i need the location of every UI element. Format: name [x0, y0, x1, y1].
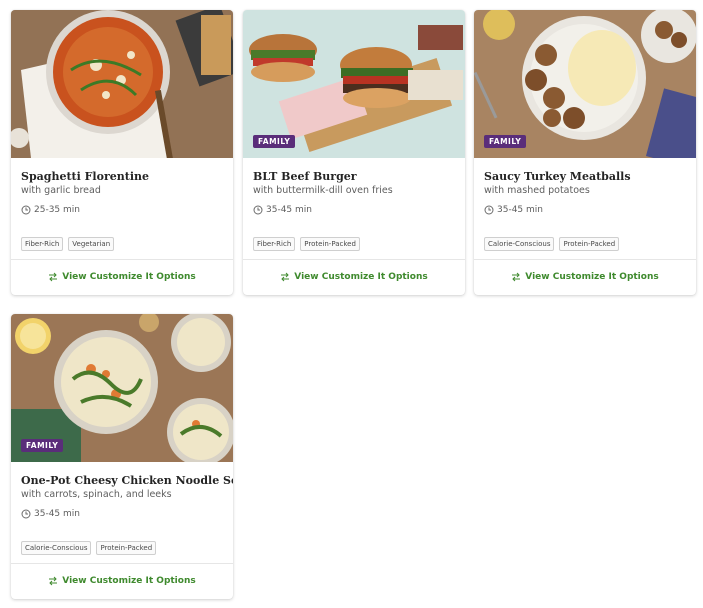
customize-options-label: View Customize It Options: [62, 272, 196, 282]
recipe-title[interactable]: Spaghetti Florentine: [21, 170, 226, 183]
tag: Vegetarian: [68, 237, 115, 251]
tag-list: Calorie-Conscious Protein-Packed: [484, 237, 620, 251]
customize-options-button[interactable]: View Customize It Options: [11, 573, 233, 589]
swap-icon: [281, 272, 290, 282]
recipe-title[interactable]: Saucy Turkey Meatballs: [484, 170, 689, 183]
recipe-subtitle: with carrots, spinach, and leeks: [21, 489, 172, 500]
recipe-card[interactable]: FAMILY BLT Beef Burger with buttermilk-d…: [243, 10, 465, 295]
family-badge: FAMILY: [253, 135, 296, 148]
recipe-subtitle: with buttermilk-dill oven fries: [253, 185, 393, 196]
recipe-card[interactable]: Spaghetti Florentine with garlic bread 2…: [11, 10, 233, 295]
swap-icon: [49, 272, 58, 282]
family-badge: FAMILY: [21, 439, 64, 452]
clock-icon: [21, 205, 31, 215]
divider: [11, 259, 233, 260]
cook-time-label: 35-45 min: [266, 205, 312, 215]
divider: [11, 563, 233, 564]
tag: Protein-Packed: [300, 237, 360, 251]
spaghetti-photo[interactable]: [11, 10, 233, 158]
customize-options-button[interactable]: View Customize It Options: [474, 269, 696, 285]
swap-icon: [49, 576, 58, 586]
clock-icon: [21, 509, 31, 519]
tag: Fiber-Rich: [253, 237, 296, 251]
cook-time: 35-45 min: [253, 205, 312, 215]
customize-options-label: View Customize It Options: [62, 576, 196, 586]
tag: Calorie-Conscious: [484, 237, 555, 251]
tag-list: Fiber-Rich Protein-Packed: [253, 237, 360, 251]
meatballs-photo[interactable]: FAMILY: [474, 10, 696, 158]
cook-time-label: 35-45 min: [497, 205, 543, 215]
soup-photo[interactable]: FAMILY: [11, 314, 233, 462]
cook-time-label: 35-45 min: [34, 509, 80, 519]
customize-options-button[interactable]: View Customize It Options: [243, 269, 465, 285]
cook-time: 25-35 min: [21, 205, 80, 215]
recipe-title[interactable]: One-Pot Cheesy Chicken Noodle Soup: [21, 474, 233, 487]
recipe-subtitle: with mashed potatoes: [484, 185, 590, 196]
tag: Protein-Packed: [559, 237, 620, 251]
cook-time: 35-45 min: [21, 509, 80, 519]
family-badge: FAMILY: [484, 135, 527, 148]
divider: [243, 259, 465, 260]
cook-time: 35-45 min: [484, 205, 543, 215]
clock-icon: [253, 205, 263, 215]
tag: Calorie-Conscious: [21, 541, 92, 555]
recipe-subtitle: with garlic bread: [21, 185, 101, 196]
clock-icon: [484, 205, 494, 215]
tag: Fiber-Rich: [21, 237, 64, 251]
recipe-card[interactable]: FAMILY One-Pot Cheesy Chicken Noodle Sou…: [11, 314, 233, 599]
recipe-card[interactable]: FAMILY Saucy Turkey Meatballs with mashe…: [474, 10, 696, 295]
burger-photo[interactable]: FAMILY: [243, 10, 465, 158]
customize-options-label: View Customize It Options: [294, 272, 428, 282]
divider: [474, 259, 696, 260]
customize-options-label: View Customize It Options: [525, 272, 659, 282]
cook-time-label: 25-35 min: [34, 205, 80, 215]
swap-icon: [512, 272, 521, 282]
recipe-title[interactable]: BLT Beef Burger: [253, 170, 458, 183]
tag: Protein-Packed: [96, 541, 157, 555]
customize-options-button[interactable]: View Customize It Options: [11, 269, 233, 285]
tag-list: Fiber-Rich Vegetarian: [21, 237, 115, 251]
tag-list: Calorie-Conscious Protein-Packed: [21, 541, 157, 555]
